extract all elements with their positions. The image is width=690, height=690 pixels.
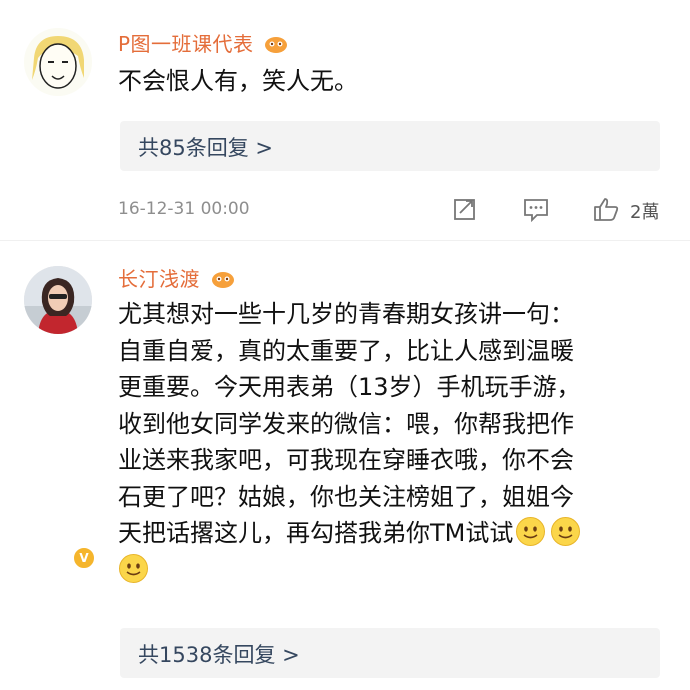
thumbs-up-icon[interactable] [592, 196, 620, 222]
reply-summary[interactable]: 共1538条回复 > [120, 628, 660, 678]
user-avatar[interactable] [24, 266, 92, 334]
user-avatar[interactable] [24, 28, 92, 96]
comment-item: P图一班课代表 不会恨人有，笑人无。 共85条回复 > 16-12-31 00:… [0, 0, 690, 240]
comment-text-line: 尤其想对一些十几岁的青春期女孩讲一句： [118, 300, 574, 328]
emoji-line [118, 552, 663, 589]
woman-photo-avatar-icon [24, 266, 92, 334]
comment-text-line: 石更了吧？姑娘，你也关注榜姐了，姐姐今 [118, 482, 574, 511]
smile-emoji-icon [516, 517, 546, 546]
comment-text: 尤其想对一些十几岁的青春期女孩讲一句： 自重自爱，真的太重要了，比让人感到温暖 更重… [118, 296, 663, 588]
share-icon[interactable] [452, 196, 478, 222]
comment-text: 不会恨人有，笑人无。 [118, 67, 358, 95]
timestamp: 16-12-31 00:00 [118, 199, 250, 219]
username[interactable]: 长汀浅渡 [118, 263, 235, 292]
fan-medal-icon [265, 37, 288, 53]
smile-emoji-icon [551, 517, 581, 546]
verified-badge-icon: V [72, 546, 96, 570]
comment-text-line: 收到他女同学发来的微信：喂，你帮我把作 [118, 409, 574, 438]
comment-icon[interactable] [522, 196, 550, 222]
comment-text-line: 自重自爱，真的太重要了，比让人感到温暖 [118, 336, 574, 365]
username[interactable]: P图一班课代表 [118, 28, 288, 57]
cartoon-face-avatar-icon [24, 28, 92, 96]
like-count: 2萬 [630, 202, 660, 223]
comment-item: V 长汀浅渡 尤其想对一些十几岁的青春期女孩讲一句： 自重自爱，真的太重要了，比让… [0, 240, 690, 690]
comment-text-line: 更重要。今天用表弟（13岁）手机玩手游， [118, 373, 581, 401]
reply-count-link[interactable]: 共85条回复 > [138, 132, 273, 162]
reply-count-link[interactable]: 共1538条回复 > [138, 639, 300, 669]
smile-emoji-icon [119, 553, 148, 583]
comment-text-line: 业送来我家吧，可我现在穿睡衣哦，你不会 [118, 446, 574, 474]
fan-medal-icon [211, 272, 234, 288]
reply-summary[interactable]: 共85条回复 > [120, 121, 660, 171]
comment-text-line-last: 天把话撂这儿，再勾搭我弟你TM试试 [118, 515, 663, 552]
